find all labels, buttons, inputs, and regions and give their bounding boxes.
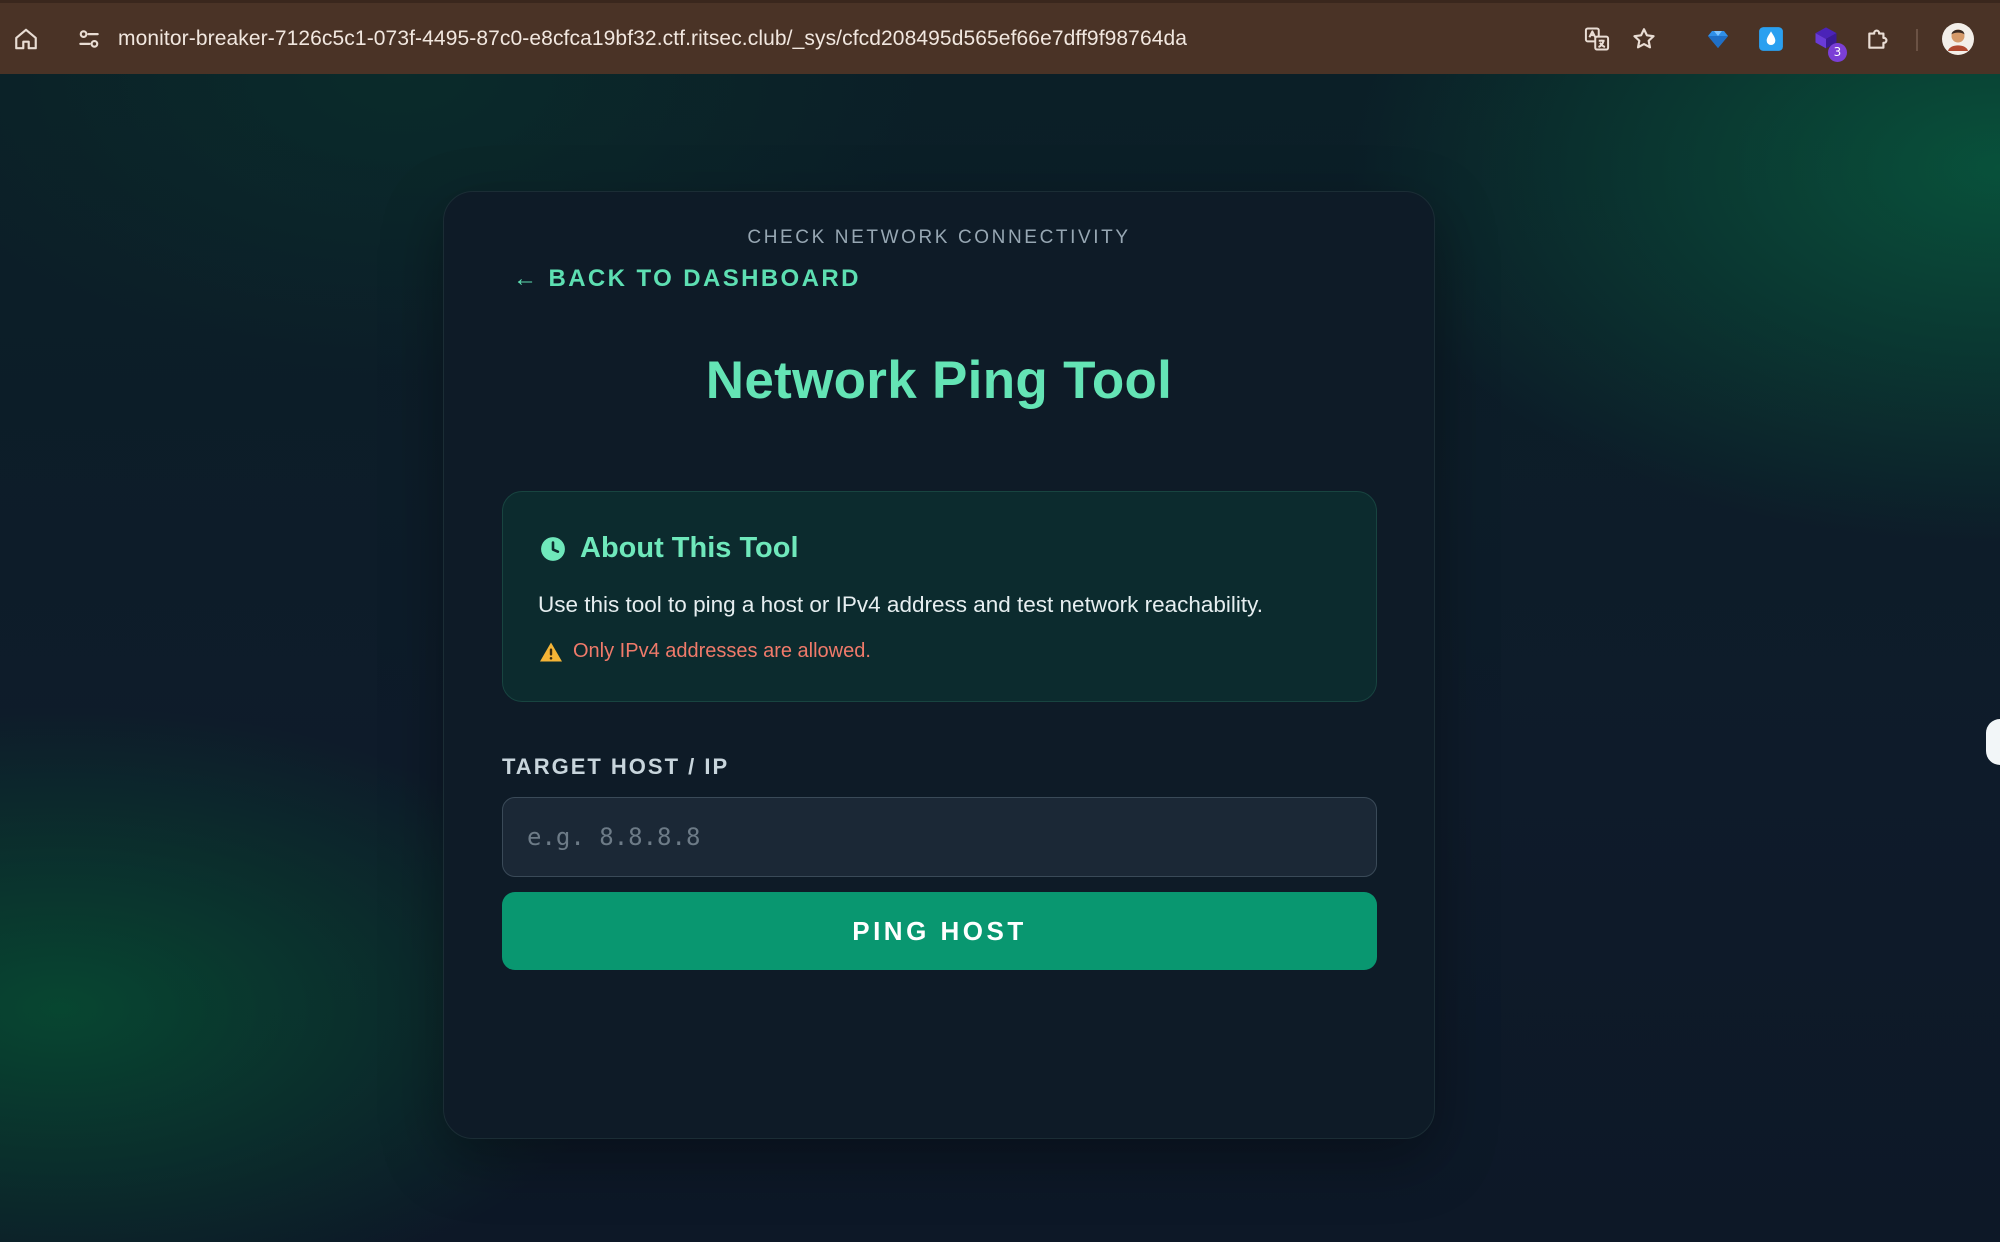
extensions-puzzle-icon[interactable] <box>1865 26 1891 52</box>
ping-host-button[interactable]: PING HOST <box>502 892 1377 970</box>
translate-icon[interactable] <box>1583 25 1611 53</box>
warning-icon <box>539 641 563 663</box>
address-bar-url[interactable]: monitor-breaker-7126c5c1-073f-4495-87c0-… <box>118 27 1187 51</box>
info-title-row: About This Tool <box>540 532 799 565</box>
target-host-input[interactable] <box>502 797 1377 877</box>
target-host-label: TARGET HOST / IP <box>502 754 730 779</box>
site-settings-icon[interactable] <box>76 26 102 52</box>
back-to-dashboard-link[interactable]: ← BACK TO DASHBOARD <box>513 265 861 293</box>
ping-tool-card: ← BACK TO DASHBOARD Network Ping Tool CH… <box>443 191 1435 1139</box>
bookmark-star-icon[interactable] <box>1631 26 1657 52</box>
profile-avatar-icon[interactable] <box>1941 22 1975 56</box>
page-title: Network Ping Tool <box>705 351 1173 410</box>
warning-text: Only IPv4 addresses are allowed. <box>573 640 871 662</box>
page-subtitle: CHECK NETWORK CONNECTIVITY <box>747 227 1131 248</box>
home-icon[interactable] <box>13 26 39 52</box>
page-background: ← BACK TO DASHBOARD Network Ping Tool CH… <box>0 74 2000 1242</box>
info-description: Use this tool to ping a host or IPv4 add… <box>538 592 1263 617</box>
about-info-box: About This Tool Use this tool to ping a … <box>502 491 1377 702</box>
gem-extension-icon[interactable] <box>1706 27 1730 51</box>
toolbar-divider <box>1916 29 1918 51</box>
purple-extension-icon[interactable]: 3 <box>1812 25 1847 62</box>
droplet-extension-icon[interactable] <box>1758 26 1784 52</box>
warning-row: Only IPv4 addresses are allowed. <box>539 640 871 663</box>
extension-badge: 3 <box>1828 42 1847 62</box>
info-title: About This Tool <box>580 532 799 564</box>
side-panel-handle[interactable] <box>1986 719 2000 765</box>
browser-toolbar: monitor-breaker-7126c5c1-073f-4495-87c0-… <box>0 0 2000 74</box>
clock-icon <box>540 536 566 562</box>
